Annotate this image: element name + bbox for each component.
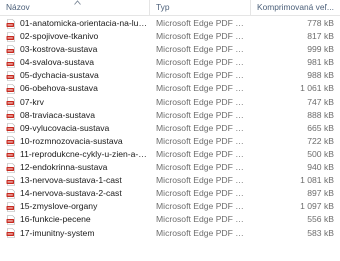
pdf-file-icon xyxy=(6,228,16,238)
file-name: 10-rozmnozovacia-sustava xyxy=(20,135,123,146)
file-type: Microsoft Edge PDF Docu... xyxy=(156,18,250,28)
file-type: Microsoft Edge PDF Docu... xyxy=(156,188,250,199)
file-type: Microsoft Edge PDF Docu... xyxy=(156,57,250,68)
file-type: Microsoft Edge PDF Docu... xyxy=(156,214,250,225)
file-name: 09-vylucovacia-sustava xyxy=(20,122,110,133)
pdf-file-icon xyxy=(6,215,16,225)
pdf-file-icon xyxy=(6,175,16,186)
file-name: 12-endokrinna-sustava xyxy=(20,162,108,173)
file-name: 13-nervova-sustava-1-cast xyxy=(20,175,122,186)
file-compressed-size: 665 kB xyxy=(307,122,334,133)
file-row[interactable]: 12-endokrinna-sustava Microsoft Edge PDF … xyxy=(0,161,340,174)
file-name: 05-dychacia-sustava xyxy=(20,70,99,81)
file-row[interactable]: 02-spojivove-tkanivo Microsoft Edge PDF D… xyxy=(0,30,340,43)
pdf-file-icon xyxy=(6,31,16,42)
pdf-file-icon xyxy=(6,57,16,68)
file-type: Microsoft Edge PDF Docu... xyxy=(156,70,250,81)
file-type: Microsoft Edge PDF Docu... xyxy=(156,175,250,186)
file-compressed-size: 940 kB xyxy=(307,162,334,173)
file-row[interactable]: 11-reprodukcne-cykly-u-zien-a-vyv... Micr… xyxy=(0,148,340,161)
pdf-file-icon xyxy=(6,162,16,173)
pdf-file-icon xyxy=(6,149,16,160)
pdf-file-icon xyxy=(6,123,16,134)
column-header-type-label: Typ xyxy=(156,2,170,12)
file-type: Microsoft Edge PDF Docu... xyxy=(156,162,250,173)
file-name: 11-reprodukcne-cykly-u-zien-a-vyv... xyxy=(20,148,148,159)
column-header-type[interactable]: Typ xyxy=(150,0,251,15)
file-type: Microsoft Edge PDF Docu... xyxy=(156,31,250,42)
file-compressed-size: 778 kB xyxy=(307,18,334,28)
column-header-name-label: Názov xyxy=(6,2,30,12)
file-name: 02-spojivove-tkanivo xyxy=(20,31,99,42)
column-header-size[interactable]: Komprimovaná veľ... xyxy=(251,0,340,15)
file-row[interactable]: 17-imunitny-system Microsoft Edge PDF Doc… xyxy=(0,227,340,240)
file-type: Microsoft Edge PDF Docu... xyxy=(156,148,250,159)
pdf-file-icon xyxy=(6,84,16,94)
file-row[interactable]: 13-nervova-sustava-1-cast Microsoft Edge … xyxy=(0,174,340,187)
pdf-file-icon xyxy=(6,18,16,29)
pdf-file-icon xyxy=(6,202,16,212)
file-compressed-size: 999 kB xyxy=(307,44,334,55)
file-name: 08-traviaca-sustava xyxy=(20,109,95,120)
file-row[interactable]: 06-obehova-sustava Microsoft Edge PDF Doc… xyxy=(0,82,340,95)
pdf-file-icon xyxy=(6,110,16,120)
file-name: 01-anatomicka-orientacia-na-ludsk... xyxy=(20,18,148,28)
file-type: Microsoft Edge PDF Docu... xyxy=(156,201,250,212)
file-name: 16-funkcie-pecene xyxy=(20,214,91,225)
file-type: Microsoft Edge PDF Docu... xyxy=(156,96,250,107)
file-type: Microsoft Edge PDF Docu... xyxy=(156,227,250,238)
file-type: Microsoft Edge PDF Docu... xyxy=(156,44,250,55)
file-row[interactable]: 16-funkcie-pecene Microsoft Edge PDF Docu… xyxy=(0,213,340,226)
pdf-file-icon xyxy=(6,97,16,107)
file-compressed-size: 1 081 kB xyxy=(300,175,334,186)
file-compressed-size: 897 kB xyxy=(307,188,334,199)
file-name: 04-svalova-sustava xyxy=(20,57,95,68)
pdf-file-icon xyxy=(6,136,16,147)
file-row[interactable]: 03-kostrova-sustava Microsoft Edge PDF Do… xyxy=(0,43,340,56)
file-row[interactable]: 14-nervova-sustava-2-cast Microsoft Edge … xyxy=(0,187,340,200)
file-compressed-size: 817 kB xyxy=(307,31,334,42)
file-type: Microsoft Edge PDF Docu... xyxy=(156,122,250,133)
file-list: 01-anatomicka-orientacia-na-ludsk... Micr… xyxy=(0,17,340,240)
file-name: 17-imunitny-system xyxy=(20,227,95,238)
file-row[interactable]: 10-rozmnozovacia-sustava Microsoft Edge P… xyxy=(0,135,340,148)
file-name: 15-zmyslove-organy xyxy=(20,201,98,212)
file-name: 06-obehova-sustava xyxy=(20,83,98,94)
pdf-file-icon xyxy=(6,188,16,199)
file-type: Microsoft Edge PDF Docu... xyxy=(156,83,250,94)
file-row[interactable]: 01-anatomicka-orientacia-na-ludsk... Micr… xyxy=(0,17,340,30)
file-row[interactable]: 09-vylucovacia-sustava Microsoft Edge PDF… xyxy=(0,122,340,135)
file-compressed-size: 1 097 kB xyxy=(300,201,334,212)
sort-arrow-icon xyxy=(74,0,81,7)
file-name: 14-nervova-sustava-2-cast xyxy=(20,188,122,199)
file-row[interactable]: 07-krv Microsoft Edge PDF Docu... 747 kB xyxy=(0,96,340,109)
file-compressed-size: 888 kB xyxy=(307,109,334,120)
file-compressed-size: 500 kB xyxy=(307,148,334,159)
file-row[interactable]: 04-svalova-sustava Microsoft Edge PDF Doc… xyxy=(0,56,340,69)
file-compressed-size: 1 061 kB xyxy=(300,83,334,94)
file-compressed-size: 722 kB xyxy=(307,135,334,146)
file-compressed-size: 988 kB xyxy=(307,70,334,81)
column-header-size-label: Komprimovaná veľ... xyxy=(257,2,334,12)
pdf-file-icon xyxy=(6,44,16,55)
file-type: Microsoft Edge PDF Docu... xyxy=(156,135,250,146)
file-compressed-size: 556 kB xyxy=(307,214,334,225)
file-row[interactable]: 08-traviaca-sustava Microsoft Edge PDF Do… xyxy=(0,109,340,122)
file-name: 07-krv xyxy=(20,96,44,107)
file-compressed-size: 981 kB xyxy=(307,57,334,68)
file-row[interactable]: 05-dychacia-sustava Microsoft Edge PDF Do… xyxy=(0,69,340,82)
column-header: Názov Typ Komprimovaná veľ... xyxy=(0,0,340,16)
file-compressed-size: 583 kB xyxy=(307,227,334,238)
file-name: 03-kostrova-sustava xyxy=(20,44,98,55)
file-row[interactable]: 15-zmyslove-organy Microsoft Edge PDF Doc… xyxy=(0,200,340,213)
file-type: Microsoft Edge PDF Docu... xyxy=(156,109,250,120)
file-compressed-size: 747 kB xyxy=(307,96,334,107)
pdf-file-icon xyxy=(6,71,16,81)
